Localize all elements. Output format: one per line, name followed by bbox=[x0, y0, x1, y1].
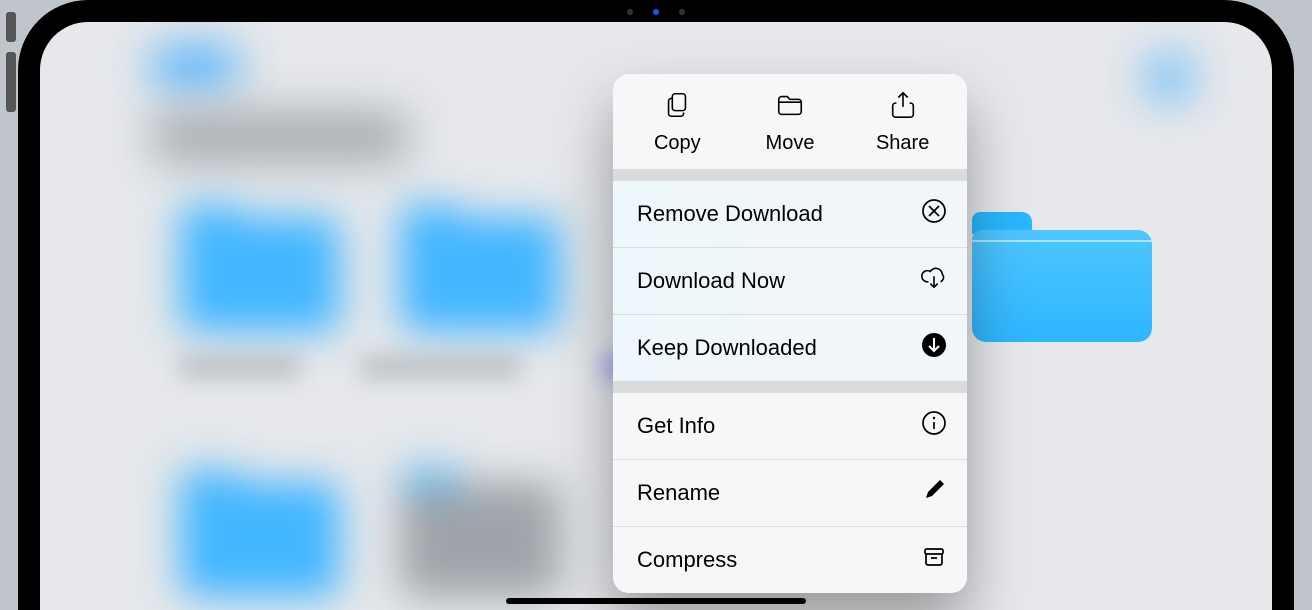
menu-separator bbox=[613, 169, 967, 181]
menu-item-label: Remove Download bbox=[637, 201, 823, 227]
menu-item-label: Download Now bbox=[637, 268, 785, 294]
blurred-toolbar-button bbox=[1146, 55, 1192, 101]
get-info-item[interactable]: Get Info bbox=[613, 393, 967, 459]
blurred-back-link bbox=[150, 47, 240, 87]
context-menu: Copy Move Share Remove bbox=[613, 74, 967, 593]
menu-item-label: Keep Downloaded bbox=[637, 335, 817, 361]
folder-icon bbox=[775, 90, 805, 126]
share-label: Share bbox=[876, 132, 929, 155]
keep-downloaded-icon bbox=[921, 332, 947, 364]
device-frame: Copy Move Share Remove bbox=[18, 0, 1294, 610]
keep-downloaded-item[interactable]: Keep Downloaded bbox=[613, 314, 967, 381]
remove-download-item[interactable]: Remove Download bbox=[613, 181, 967, 247]
share-button[interactable]: Share bbox=[847, 90, 959, 155]
menu-separator bbox=[613, 381, 967, 393]
menu-item-label: Rename bbox=[637, 480, 720, 506]
rename-item[interactable]: Rename bbox=[613, 459, 967, 526]
app-screen: Copy Move Share Remove bbox=[40, 22, 1272, 610]
selected-folder[interactable] bbox=[972, 212, 1152, 342]
device-camera bbox=[596, 8, 716, 16]
device-hw-button bbox=[6, 52, 16, 112]
download-now-item[interactable]: Download Now bbox=[613, 247, 967, 314]
move-label: Move bbox=[766, 132, 815, 155]
archive-icon bbox=[921, 544, 947, 576]
info-icon bbox=[921, 410, 947, 442]
menu-item-label: Get Info bbox=[637, 413, 715, 439]
home-indicator[interactable] bbox=[506, 598, 806, 604]
compress-item[interactable]: Compress bbox=[613, 526, 967, 593]
device-hw-button bbox=[6, 12, 16, 42]
share-icon bbox=[888, 90, 918, 126]
cloud-download-icon bbox=[921, 265, 947, 297]
copy-label: Copy bbox=[654, 132, 701, 155]
blurred-folder-row bbox=[180, 482, 560, 597]
copy-button[interactable]: Copy bbox=[622, 90, 734, 155]
blurred-title bbox=[150, 112, 410, 162]
menu-item-label: Compress bbox=[637, 547, 737, 573]
move-button[interactable]: Move bbox=[734, 90, 846, 155]
pencil-icon bbox=[921, 477, 947, 509]
copy-icon bbox=[662, 90, 692, 126]
remove-icon bbox=[921, 198, 947, 230]
blurred-folder-row bbox=[180, 217, 560, 332]
